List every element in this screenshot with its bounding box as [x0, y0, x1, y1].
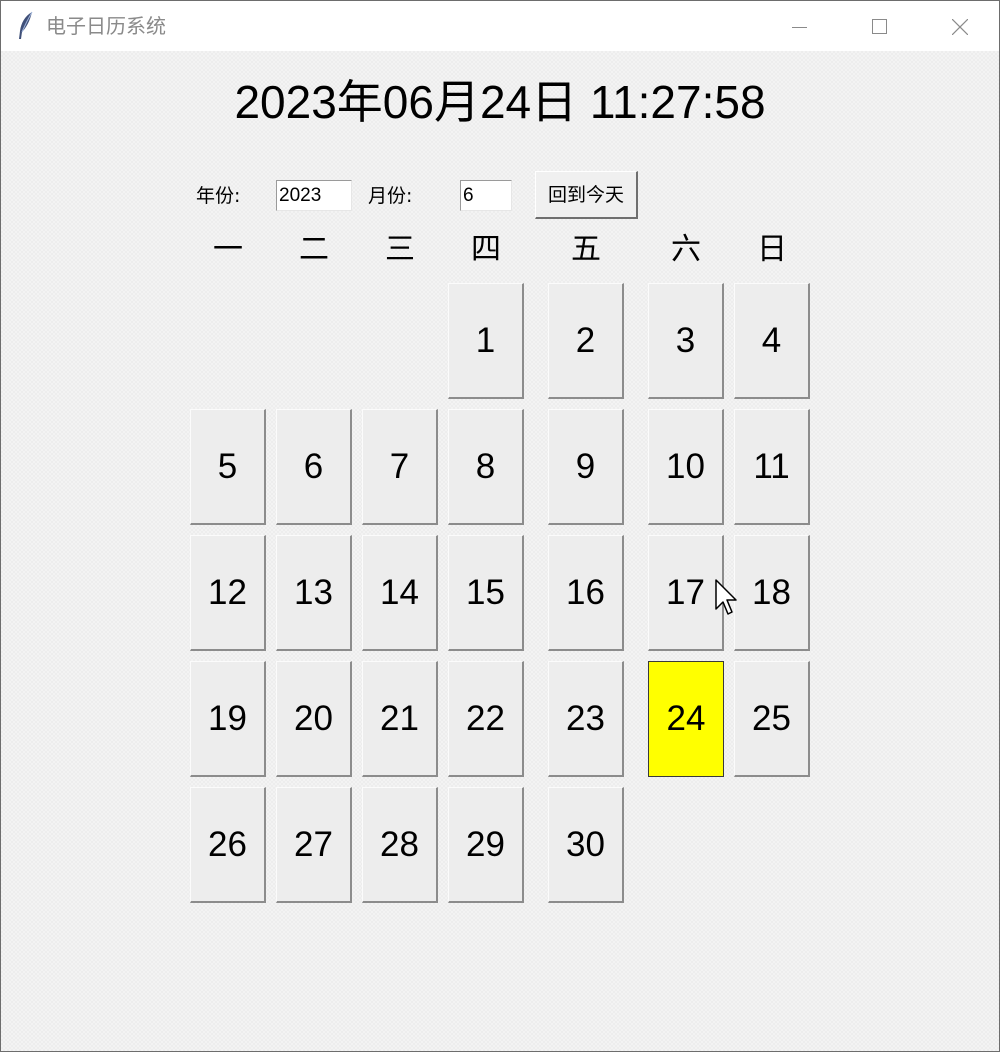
day-button-today[interactable]: 24 — [648, 661, 724, 777]
day-button[interactable]: 8 — [448, 409, 524, 525]
day-button[interactable]: 20 — [276, 661, 352, 777]
day-button[interactable]: 29 — [448, 787, 524, 903]
day-button[interactable]: 17 — [648, 535, 724, 651]
weekday-sat: 六 — [671, 232, 701, 267]
day-button[interactable]: 30 — [548, 787, 624, 903]
back-to-today-button[interactable]: 回到今天 — [535, 171, 638, 219]
minimize-button[interactable] — [760, 2, 840, 51]
day-button[interactable]: 13 — [276, 535, 352, 651]
day-button[interactable]: 7 — [362, 409, 438, 525]
title-bar[interactable]: 电子日历系统 — [1, 1, 999, 51]
feather-icon — [17, 11, 35, 41]
day-button[interactable]: 6 — [276, 409, 352, 525]
day-button[interactable]: 14 — [362, 535, 438, 651]
day-button[interactable]: 9 — [548, 409, 624, 525]
day-button[interactable]: 4 — [734, 283, 810, 399]
day-button[interactable]: 15 — [448, 535, 524, 651]
close-button[interactable] — [920, 2, 1000, 51]
weekday-mon: 一 — [213, 232, 243, 267]
weekday-fri: 五 — [571, 232, 601, 267]
day-button[interactable]: 22 — [448, 661, 524, 777]
day-button[interactable]: 16 — [548, 535, 624, 651]
day-button[interactable]: 5 — [190, 409, 266, 525]
year-label: 年份: — [196, 185, 241, 207]
day-button[interactable]: 27 — [276, 787, 352, 903]
day-button[interactable]: 2 — [548, 283, 624, 399]
minimize-icon — [792, 27, 807, 28]
day-button[interactable]: 25 — [734, 661, 810, 777]
maximize-button[interactable] — [840, 2, 920, 51]
day-button[interactable]: 3 — [648, 283, 724, 399]
window-title: 电子日历系统 — [46, 14, 166, 38]
day-button[interactable]: 12 — [190, 535, 266, 651]
day-button[interactable]: 23 — [548, 661, 624, 777]
year-input[interactable]: 2023 — [276, 180, 352, 211]
weekday-thu: 四 — [471, 232, 501, 267]
close-icon — [952, 19, 968, 35]
day-button[interactable]: 1 — [448, 283, 524, 399]
day-button[interactable]: 26 — [190, 787, 266, 903]
day-button[interactable]: 10 — [648, 409, 724, 525]
day-button[interactable]: 18 — [734, 535, 810, 651]
weekday-wed: 三 — [385, 232, 415, 267]
weekday-sun: 日 — [757, 232, 787, 267]
day-button[interactable]: 28 — [362, 787, 438, 903]
weekday-tue: 二 — [299, 232, 329, 267]
maximize-icon — [872, 19, 887, 34]
current-datetime: 2023年06月24日 11:27:58 — [234, 76, 766, 128]
mouse-pointer-icon — [715, 579, 739, 619]
day-button[interactable]: 19 — [190, 661, 266, 777]
day-button[interactable]: 11 — [734, 409, 810, 525]
day-button[interactable]: 21 — [362, 661, 438, 777]
month-input[interactable]: 6 — [460, 180, 512, 211]
month-label: 月份: — [368, 185, 413, 207]
